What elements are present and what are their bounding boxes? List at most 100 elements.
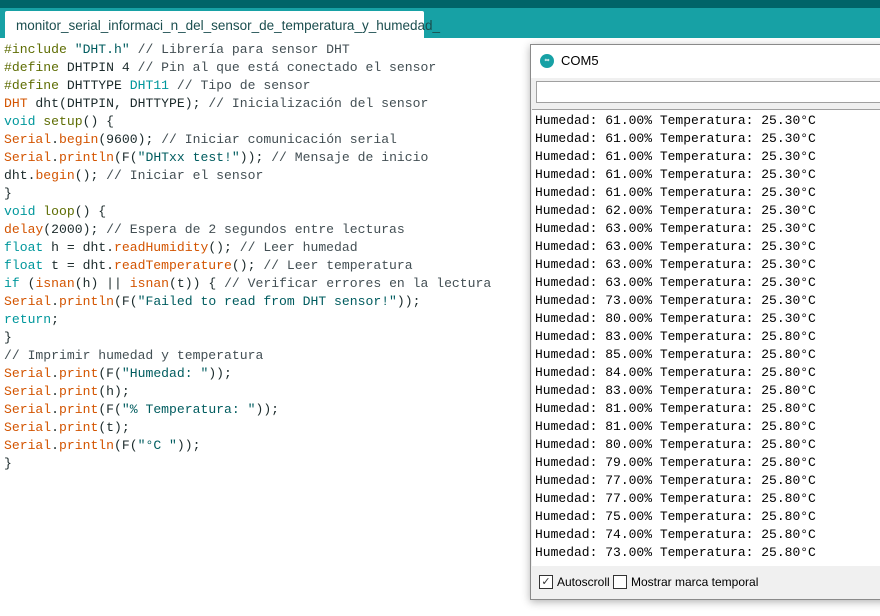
code-token: (F( [98,366,122,381]
code-line: return; [4,311,491,329]
serial-output-line: Humedad: 61.00% Temperatura: 25.30°C [535,131,816,146]
code-line: if (isnan(h) || isnan(t)) { // Verificar… [4,275,491,293]
code-line: dht.begin(); // Iniciar el sensor [4,167,491,185]
code-token: DHT11 [129,78,170,93]
checkbox-icon[interactable] [613,575,627,589]
arduino-logo-icon: ∞ [540,54,554,68]
code-token: Serial [4,132,52,147]
code-token: (F( [114,150,138,165]
serial-output-line: Humedad: 61.00% Temperatura: 25.30°C [535,149,816,164]
code-token: (t)) { [169,276,225,291]
serial-output-line: Humedad: 83.00% Temperatura: 25.80°C [535,383,816,398]
code-token: // Leer humedad [239,240,358,255]
code-token: // Pin al que está conectado el sensor [137,60,437,75]
code-token: return [4,312,52,327]
code-token: Serial [4,294,52,309]
code-line: void loop() { [4,203,491,221]
code-line: Serial.println(F("°C ")); [4,437,491,455]
code-token: // Iniciar comunicación serial [161,132,397,147]
code-token: . [51,132,60,147]
code-token: void [4,114,44,129]
code-token: . [51,150,60,165]
serial-output-line: Humedad: 77.00% Temperatura: 25.80°C [535,473,816,488]
code-token: h = dht. [43,240,115,255]
code-token: setup [43,114,83,129]
code-token: . [51,402,60,417]
checkbox-icon[interactable]: ✓ [539,575,553,589]
serial-output-line: Humedad: 81.00% Temperatura: 25.80°C [535,401,816,416]
code-token: begin [35,168,75,183]
code-line: } [4,329,491,347]
serial-send-input[interactable] [536,81,880,103]
code-token: } [4,330,12,345]
code-token: DHTTYPE [66,78,130,93]
code-token: } [4,186,12,201]
code-token: (F( [114,294,138,309]
code-token: if [4,276,20,291]
code-token: readTemperature [114,258,232,273]
serial-output-line: Humedad: 74.00% Temperatura: 25.80°C [535,527,816,542]
code-editor[interactable]: #include "DHT.h" // Librería para sensor… [0,38,530,616]
code-token: )); [239,150,272,165]
code-token: t = dht. [43,258,115,273]
code-token: "°C " [137,438,177,453]
title-bar [0,0,880,8]
code-token: . [51,294,60,309]
code-token: delay [4,222,44,237]
code-token: ; [51,312,60,327]
timestamp-checkbox[interactable]: Mostrar marca temporal [613,575,758,589]
code-token: (9600); [98,132,162,147]
code-token: "DHTxx test!" [137,150,240,165]
code-token: } [4,456,12,471]
code-line: // Imprimir humedad y temperatura [4,347,491,365]
serial-options-bar: ✓ Autoscroll Mostrar marca temporal [531,567,880,597]
code-token: (); [74,168,107,183]
code-line: float h = dht.readHumidity(); // Leer hu… [4,239,491,257]
serial-output-line: Humedad: 84.00% Temperatura: 25.80°C [535,365,816,380]
code-token: loop [43,204,75,219]
code-token: (h) || [74,276,130,291]
serial-output-line: Humedad: 80.00% Temperatura: 25.30°C [535,311,816,326]
serial-output-line: Humedad: 61.00% Temperatura: 25.30°C [535,113,816,128]
code-line: Serial.print(h); [4,383,491,401]
code-token: // Leer temperatura [263,258,413,273]
serial-output-line: Humedad: 75.00% Temperatura: 25.80°C [535,509,816,524]
code-token: . [51,384,60,399]
tab-sketch[interactable]: monitor_serial_informaci_n_del_sensor_de… [5,11,440,38]
code-token: )); [255,402,280,417]
code-token: Serial [4,420,52,435]
code-line: void setup() { [4,113,491,131]
code-token: Serial [4,384,52,399]
code-token: // Mensaje de inicio [271,150,429,165]
code-token: isnan [129,276,170,291]
code-token: #define [4,78,67,93]
code-token: )); [176,438,201,453]
code-token: // Verificar errores en la lectura [224,276,492,291]
code-token: . [51,366,60,381]
code-token: (F( [114,438,138,453]
code-text[interactable]: #include "DHT.h" // Librería para sensor… [4,41,491,473]
code-line: delay(2000); // Espera de 2 segundos ent… [4,221,491,239]
code-token: // Iniciar el sensor [106,168,264,183]
code-token: void [4,204,44,219]
code-line: Serial.begin(9600); // Iniciar comunicac… [4,131,491,149]
code-token: print [59,402,99,417]
code-token: // Tipo de sensor [169,78,311,93]
code-token: . [51,420,60,435]
code-line: float t = dht.readTemperature(); // Leer… [4,257,491,275]
code-token: print [59,420,99,435]
code-token: // Librería para sensor DHT [129,42,350,57]
serial-output-line: Humedad: 63.00% Temperatura: 25.30°C [535,257,816,272]
serial-output-line: Humedad: 85.00% Temperatura: 25.80°C [535,347,816,362]
autoscroll-checkbox[interactable]: ✓ Autoscroll [539,575,610,589]
code-token: )); [208,366,232,381]
serial-output-line: Humedad: 79.00% Temperatura: 25.80°C [535,455,816,470]
serial-monitor-titlebar[interactable]: ∞ COM5 [531,45,880,78]
code-line: Serial.println(F("DHTxx test!")); // Men… [4,149,491,167]
code-token: float [4,240,44,255]
code-token: . [51,438,60,453]
code-token: DHT [4,96,28,111]
code-token: Serial [4,150,52,165]
serial-output-line: Humedad: 73.00% Temperatura: 25.80°C [535,545,816,560]
serial-output[interactable]: Humedad: 61.00% Temperatura: 25.30°C Hume… [532,109,880,566]
